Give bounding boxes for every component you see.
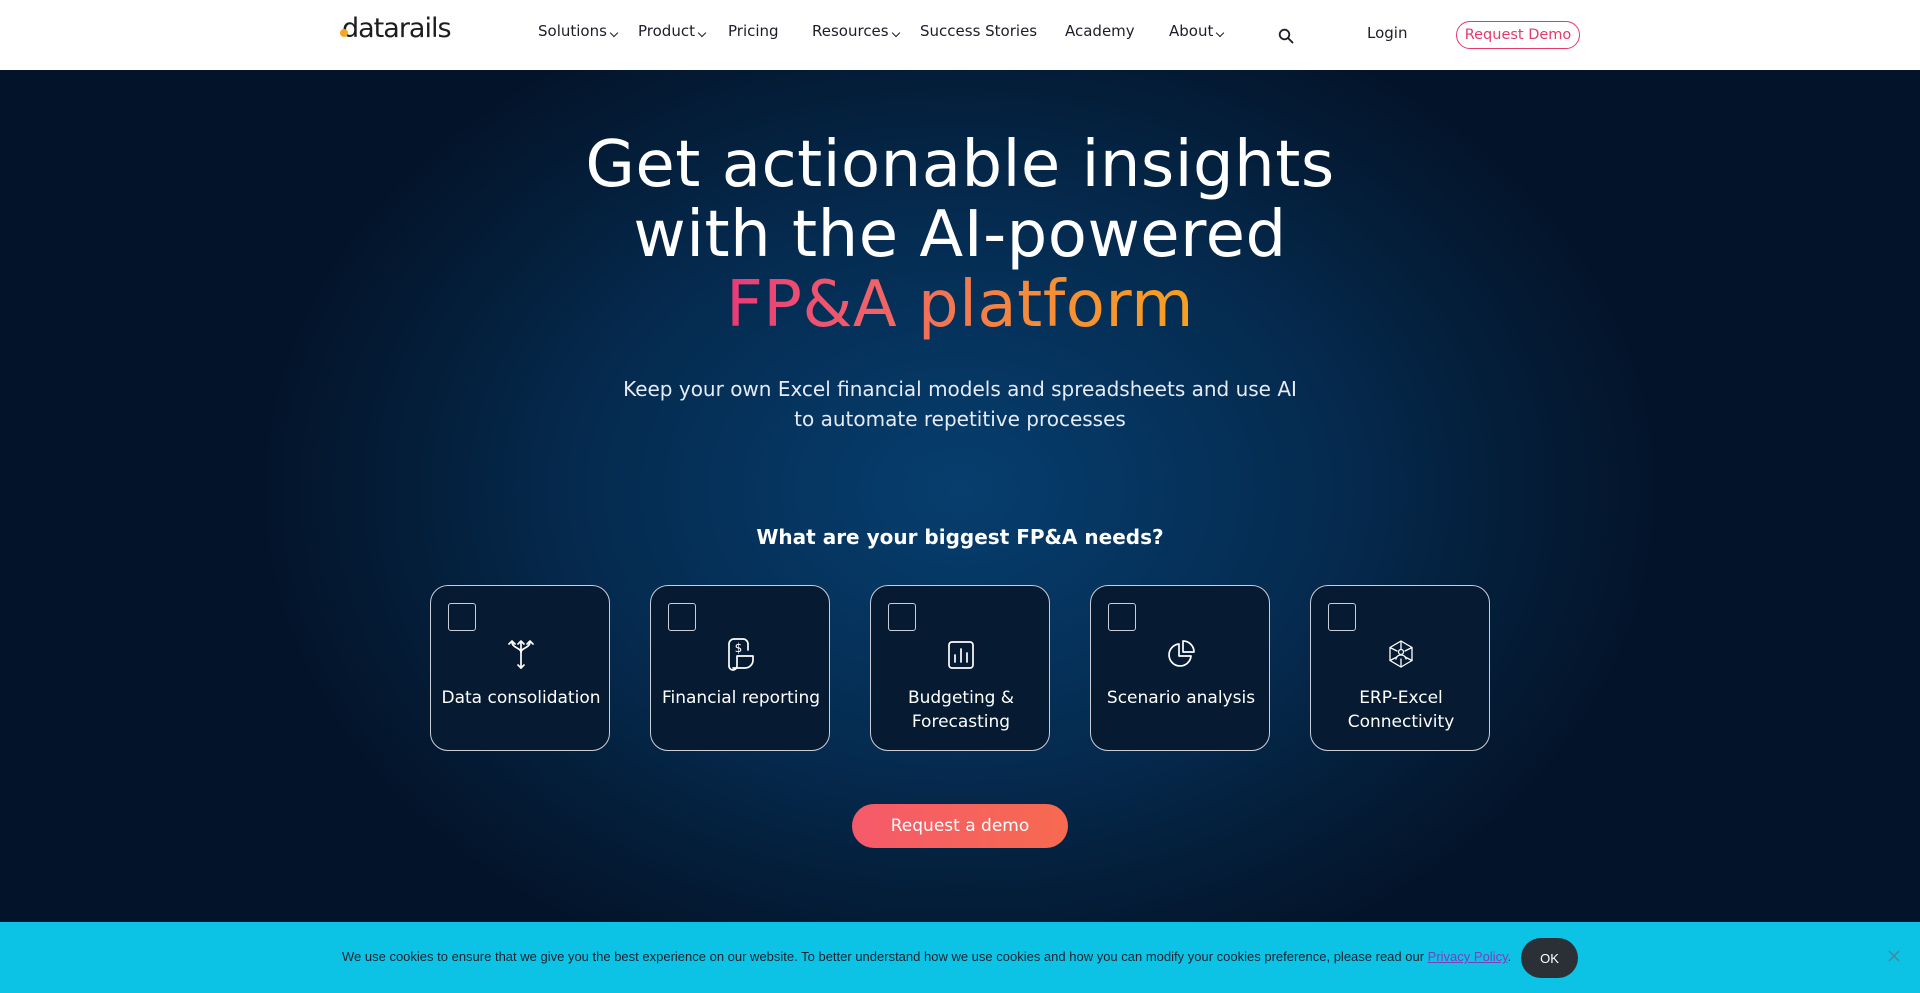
need-label: Financial reporting (661, 688, 821, 708)
cookie-text: We use cookies to ensure that we give yo… (342, 949, 1511, 964)
merge-arrows-icon (508, 640, 534, 669)
need-card-scenario-analysis[interactable]: Scenario analysis (1090, 585, 1270, 751)
need-label: Data consolidation (441, 688, 601, 708)
search-icon[interactable] (1278, 28, 1294, 44)
nav-item-about[interactable]: About (1169, 22, 1225, 40)
svg-text:$: $ (735, 641, 743, 655)
nav-item-pricing[interactable]: Pricing (728, 22, 779, 40)
hero-subtitle: Keep your own Excel financial models and… (560, 374, 1360, 434)
needs-question: What are your biggest FP&A needs? (756, 525, 1164, 549)
logo-dot (340, 28, 348, 37)
need-card-erp-excel-connectivity[interactable]: ERP-Excel Connectivity (1310, 585, 1490, 751)
chevron-down-icon (891, 28, 900, 38)
login-link[interactable]: Login (1367, 24, 1407, 42)
nav-label: Resources (812, 22, 889, 40)
checkbox[interactable] (888, 603, 916, 631)
nav-label: Success Stories (920, 22, 1038, 40)
nav-item-product[interactable]: Product (638, 22, 707, 40)
cookie-banner: We use cookies to ensure that we give yo… (0, 922, 1920, 993)
pie-chart-icon (1168, 640, 1195, 667)
cookie-message: We use cookies to ensure that we give yo… (342, 949, 1425, 964)
need-label: Budgeting & Forecasting (907, 688, 1015, 732)
subtitle-line-2: to automate repetitive processes (794, 407, 1126, 431)
need-card-data-consolidation[interactable]: Data consolidation (430, 585, 610, 751)
need-label: Scenario analysis (1106, 688, 1256, 708)
hero-headline: Get actionable insights with the AI-powe… (0, 130, 1920, 340)
nav-item-solutions[interactable]: Solutions (538, 22, 619, 40)
headline-line-1: Get actionable insights (585, 128, 1335, 202)
request-demo-button[interactable]: Request Demo (1456, 21, 1580, 49)
privacy-policy-link[interactable]: Privacy Policy (1428, 949, 1508, 964)
need-card-budgeting-forecasting[interactable]: Budgeting & Forecasting (870, 585, 1050, 751)
subtitle-line-1: Keep your own Excel financial models and… (623, 377, 1297, 401)
network-icon (1389, 640, 1413, 668)
bar-chart-icon (948, 641, 974, 669)
nav-label: About (1169, 22, 1214, 40)
chevron-down-icon (1216, 28, 1225, 38)
datarails-logo[interactable]: datarails (340, 13, 452, 44)
logo-text: datarails (342, 13, 452, 44)
checkbox[interactable] (668, 603, 696, 631)
chevron-down-icon (609, 28, 619, 38)
nav-label: Pricing (728, 22, 779, 40)
cookie-ok-button[interactable]: OK (1521, 938, 1578, 978)
dollar-report-icon: $ (728, 638, 754, 671)
nav-label: Academy (1065, 22, 1135, 40)
nav-item-success-stories[interactable]: Success Stories (920, 22, 1037, 40)
nav-item-academy[interactable]: Academy (1065, 22, 1135, 40)
close-icon[interactable] (1886, 948, 1902, 964)
nav-label: Product (638, 22, 695, 40)
nav-label: Solutions (538, 22, 607, 40)
headline-line-2: with the AI-powered (633, 198, 1287, 272)
headline-highlight: FP&A platform (726, 268, 1194, 342)
checkbox[interactable] (1328, 603, 1356, 631)
need-label: ERP-Excel Connectivity (1347, 688, 1455, 732)
top-navigation-bar: datarails Solutions Product Pricing Reso… (0, 0, 1920, 70)
checkbox[interactable] (448, 603, 476, 631)
chevron-down-icon (697, 28, 707, 38)
cookie-period: . (1507, 949, 1512, 964)
request-a-demo-button[interactable]: Request a demo (852, 804, 1068, 848)
nav-item-resources[interactable]: Resources (812, 22, 900, 40)
need-card-financial-reporting[interactable]: $ Financial reporting (650, 585, 830, 751)
checkbox[interactable] (1108, 603, 1136, 631)
